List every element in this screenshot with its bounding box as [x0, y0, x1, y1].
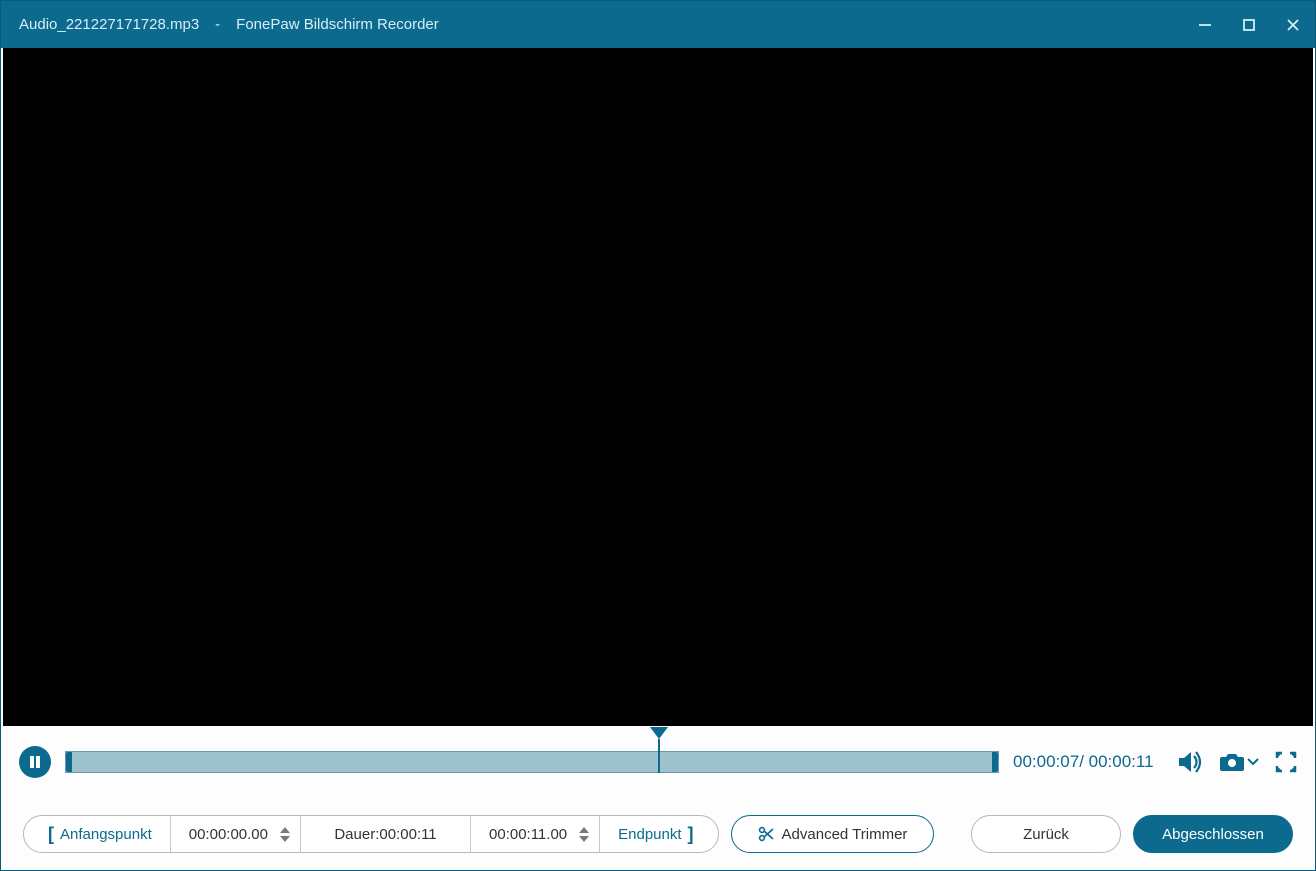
- total-time: 00:00:11: [1089, 752, 1154, 771]
- close-icon: [1285, 17, 1301, 33]
- duration-display: Dauer:00:00:11: [301, 816, 471, 852]
- app-window: Audio_221227171728.mp3 - FonePaw Bildsch…: [0, 0, 1316, 871]
- pause-button[interactable]: [19, 746, 51, 778]
- set-start-button[interactable]: [ Anfangspunkt: [24, 816, 171, 852]
- playback-icons: [1177, 750, 1297, 774]
- end-time-down[interactable]: [577, 834, 591, 843]
- playback-bar: 00:00:07/ 00:00:11: [1, 726, 1315, 798]
- start-time-up[interactable]: [278, 825, 292, 834]
- title-text: Audio_221227171728.mp3 - FonePaw Bildsch…: [19, 16, 439, 33]
- seek-bar[interactable]: [65, 743, 999, 781]
- title-separator: -: [215, 16, 220, 33]
- start-time-spinner: [278, 825, 292, 843]
- minimize-button[interactable]: [1183, 1, 1227, 48]
- end-time-field[interactable]: 00:00:11.00: [471, 816, 600, 852]
- bottom-bar: [ Anfangspunkt 00:00:00.00 Dauer:00:00:1…: [1, 798, 1315, 870]
- end-time-spinner: [577, 825, 591, 843]
- current-time: 00:00:07: [1013, 752, 1079, 771]
- back-label: Zurück: [1023, 826, 1069, 843]
- duration-value: 00:00:11: [379, 826, 436, 843]
- close-button[interactable]: [1271, 1, 1315, 48]
- bracket-close-icon: ]: [688, 824, 694, 845]
- fullscreen-icon: [1275, 751, 1297, 773]
- pause-icon: [28, 755, 42, 769]
- title-appname: FonePaw Bildschirm Recorder: [236, 16, 439, 33]
- maximize-icon: [1242, 18, 1256, 32]
- time-display: 00:00:07/ 00:00:11: [1013, 752, 1163, 772]
- back-button[interactable]: Zurück: [971, 815, 1121, 853]
- end-time-up[interactable]: [577, 825, 591, 834]
- start-time-field[interactable]: 00:00:00.00: [171, 816, 301, 852]
- done-label: Abgeschlossen: [1162, 826, 1264, 843]
- set-end-button[interactable]: Endpunkt ]: [600, 816, 717, 852]
- advanced-trimmer-label: Advanced Trimmer: [782, 826, 908, 843]
- playhead-marker-icon: [650, 727, 668, 739]
- advanced-trimmer-button[interactable]: Advanced Trimmer: [731, 815, 935, 853]
- chevron-down-icon: [1247, 757, 1259, 767]
- duration-label: Dauer:: [334, 826, 379, 843]
- volume-button[interactable]: [1177, 750, 1203, 774]
- preview-area: [3, 48, 1313, 726]
- snapshot-button[interactable]: [1219, 751, 1259, 773]
- volume-icon: [1177, 750, 1203, 774]
- done-button[interactable]: Abgeschlossen: [1133, 815, 1293, 853]
- fullscreen-button[interactable]: [1275, 751, 1297, 773]
- start-time-value: 00:00:00.00: [189, 826, 268, 843]
- titlebar: Audio_221227171728.mp3 - FonePaw Bildsch…: [1, 1, 1315, 48]
- title-filename: Audio_221227171728.mp3: [19, 16, 199, 33]
- end-label: Endpunkt: [618, 826, 681, 843]
- bracket-open-icon: [: [48, 824, 54, 845]
- start-label: Anfangspunkt: [60, 826, 152, 843]
- end-time-value: 00:00:11.00: [489, 826, 567, 843]
- maximize-button[interactable]: [1227, 1, 1271, 48]
- seek-track[interactable]: [65, 751, 999, 773]
- window-controls: [1183, 1, 1315, 48]
- scissors-icon: [758, 826, 774, 842]
- minimize-icon: [1197, 17, 1213, 33]
- trim-controls: [ Anfangspunkt 00:00:00.00 Dauer:00:00:1…: [23, 815, 719, 853]
- trim-start-handle[interactable]: [66, 752, 72, 772]
- start-time-down[interactable]: [278, 834, 292, 843]
- trim-end-handle[interactable]: [992, 752, 998, 772]
- camera-icon: [1219, 751, 1245, 773]
